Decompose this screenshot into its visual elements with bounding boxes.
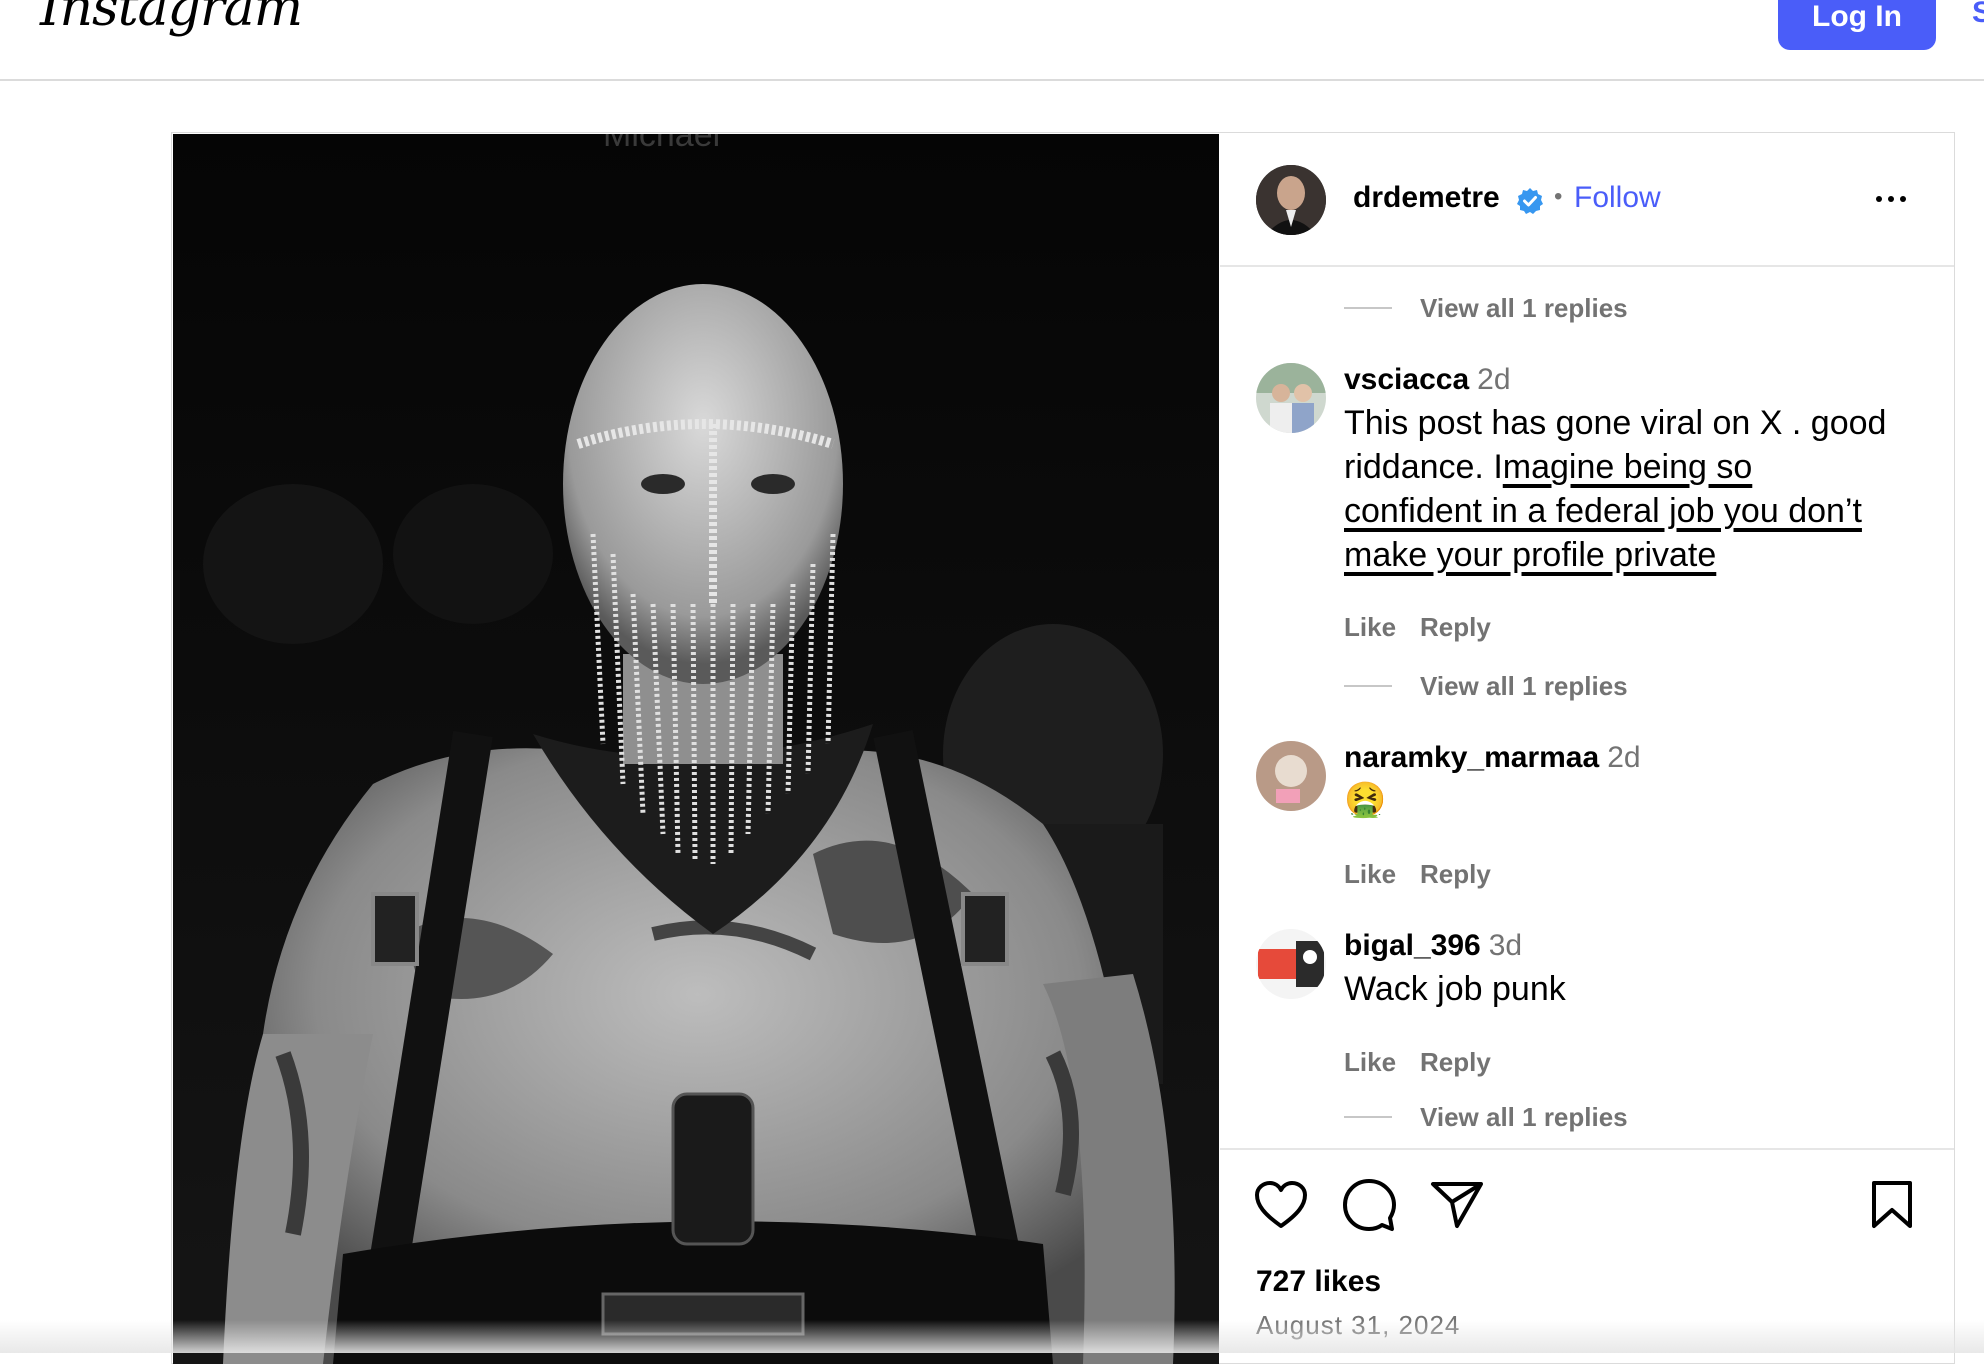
post-photo-image: Michael — [173, 134, 1219, 1364]
commenter-avatar[interactable] — [1256, 741, 1326, 811]
highlighted-text: confident in a federal job you don’t — [1344, 492, 1862, 530]
commenter-avatar-image — [1256, 363, 1326, 433]
comment-timestamp[interactable]: 2d — [1607, 741, 1640, 774]
view-replies-button[interactable]: View all 1 replies — [1420, 671, 1628, 702]
comment-text-line: This post has gone viral on X . good — [1344, 404, 1887, 442]
more-options-icon[interactable] — [1876, 189, 1916, 209]
comment-text-fragment: riddance. I — [1344, 448, 1503, 486]
comment-username-text[interactable]: naramky_marmaa — [1344, 741, 1599, 774]
comment-text: This post has gone viral on X . good rid… — [1344, 401, 1944, 577]
header-separator: • — [1554, 183, 1563, 210]
verified-badge-icon — [1516, 187, 1544, 215]
highlighted-text: magine being so — [1502, 448, 1753, 486]
post-photo[interactable]: Michael — [173, 134, 1219, 1364]
bottom-fade — [0, 1320, 1984, 1353]
highlighted-text: make your profile private — [1344, 536, 1717, 574]
likes-count[interactable]: 727 likes — [1256, 1265, 1381, 1299]
top-navigation-bar: Instagram Log In S — [0, 0, 1984, 81]
post-card: Michael drdemetre • Follow View all 1 re… — [171, 132, 1955, 1364]
commenter-avatar[interactable] — [1256, 929, 1326, 999]
thread-line — [1344, 685, 1392, 687]
bookmark-icon[interactable] — [1870, 1180, 1914, 1235]
comment-username[interactable]: naramky_marmaa 2d — [1344, 741, 1641, 775]
comment-username-text[interactable]: bigal_396 — [1344, 929, 1481, 962]
comment-username[interactable]: bigal_396 3d — [1344, 929, 1522, 963]
comment-username-text[interactable]: vsciacca — [1344, 363, 1469, 396]
like-comment-button[interactable]: Like — [1344, 1047, 1396, 1078]
commenter-avatar-image — [1256, 929, 1326, 999]
comment-text: 🤮 — [1344, 781, 1387, 819]
photo-caption-fragment: Michael — [603, 134, 720, 154]
heart-icon[interactable] — [1254, 1180, 1308, 1235]
reply-button[interactable]: Reply — [1420, 612, 1491, 643]
reply-button[interactable]: Reply — [1420, 859, 1491, 890]
signup-link[interactable]: S — [1972, 0, 1984, 30]
post-header: drdemetre • Follow — [1220, 133, 1954, 267]
thread-line — [1344, 1116, 1392, 1118]
follow-button[interactable]: Follow — [1574, 181, 1661, 215]
comment-text: Wack job punk — [1344, 970, 1566, 1008]
reply-button[interactable]: Reply — [1420, 1047, 1491, 1078]
comment-username[interactable]: vsciacca 2d — [1344, 363, 1511, 397]
commenter-avatar[interactable] — [1256, 363, 1326, 433]
commenter-avatar-image — [1256, 741, 1326, 811]
post-side-panel: drdemetre • Follow View all 1 replies vs… — [1220, 133, 1954, 1363]
like-comment-button[interactable]: Like — [1344, 859, 1396, 890]
comment-text-line: riddance. Imagine being so — [1344, 445, 1944, 489]
instagram-logo[interactable]: Instagram — [40, 0, 303, 38]
view-replies-button[interactable]: View all 1 replies — [1420, 293, 1628, 324]
comment-icon[interactable] — [1342, 1178, 1396, 1237]
author-username[interactable]: drdemetre — [1353, 181, 1500, 215]
thread-line — [1344, 307, 1392, 309]
author-avatar-image — [1256, 165, 1326, 235]
comment-timestamp[interactable]: 3d — [1489, 929, 1522, 962]
share-icon[interactable] — [1430, 1180, 1484, 1235]
like-comment-button[interactable]: Like — [1344, 612, 1396, 643]
login-button[interactable]: Log In — [1778, 0, 1936, 50]
comment-timestamp[interactable]: 2d — [1477, 363, 1510, 396]
author-avatar[interactable] — [1256, 165, 1326, 235]
view-replies-button[interactable]: View all 1 replies — [1420, 1102, 1628, 1133]
